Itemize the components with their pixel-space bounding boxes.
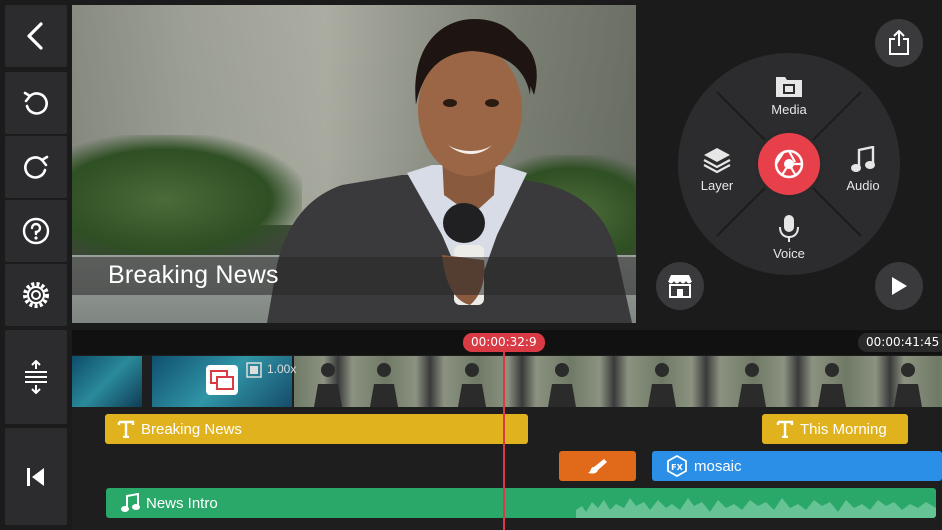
layer-button[interactable]: Layer: [687, 146, 747, 196]
voice-button[interactable]: Voice: [759, 214, 819, 264]
fx-icon: FX: [667, 455, 687, 477]
play-button[interactable]: [875, 262, 923, 310]
go-to-start-icon: [27, 467, 44, 486]
go-to-start-button[interactable]: [5, 428, 67, 525]
help-icon: [22, 217, 50, 245]
text-clip-breaking-news[interactable]: Breaking News: [105, 414, 528, 444]
asset-store-icon: [667, 275, 693, 298]
audio-clip-news-intro[interactable]: News Intro: [106, 488, 936, 518]
voice-label: Voice: [773, 246, 805, 261]
text-icon: [117, 420, 135, 438]
play-icon: [892, 277, 907, 295]
text-clip-label: Breaking News: [141, 420, 242, 438]
media-icon: [776, 77, 802, 97]
media-wheel: Media Audio Layer Voice: [677, 52, 901, 276]
video-preview[interactable]: Breaking News: [72, 5, 636, 323]
redo-icon: [24, 155, 49, 179]
text-icon: [776, 420, 794, 438]
audio-button[interactable]: Audio: [833, 146, 893, 196]
left-toolbar: [0, 0, 70, 530]
undo-button[interactable]: [5, 72, 67, 134]
audio-label: Audio: [846, 178, 880, 193]
effect-clip-label: mosaic: [694, 457, 742, 475]
text-clip-label: This Morning: [800, 420, 887, 438]
voice-icon: [779, 215, 799, 242]
back-icon: [27, 22, 43, 50]
track-height-icon: [25, 360, 47, 394]
svg-text:FX: FX: [671, 463, 683, 472]
film-icon: [246, 362, 262, 378]
back-button[interactable]: [5, 5, 67, 67]
audio-clip-label: News Intro: [146, 494, 218, 512]
reporter-thumbnails: [314, 363, 922, 407]
audio-waveform: [576, 498, 936, 518]
audio-icon: [851, 146, 875, 172]
video-track[interactable]: 1.00x: [72, 356, 942, 407]
redo-button[interactable]: [5, 136, 67, 198]
music-note-icon: [121, 493, 140, 512]
record-button[interactable]: [755, 130, 823, 198]
transition-icon: [210, 370, 234, 390]
track-height-button[interactable]: [5, 330, 67, 424]
help-button[interactable]: [5, 200, 67, 262]
settings-button[interactable]: [5, 264, 67, 326]
caption-overlay: Breaking News: [72, 257, 636, 295]
timeline[interactable]: 00:00:32:9 00:00:41:45 1.00x Breaking Ne…: [72, 330, 942, 530]
media-button[interactable]: Media: [759, 72, 819, 122]
record-icon: [774, 149, 804, 179]
text-clip-this-morning[interactable]: This Morning: [762, 414, 908, 444]
total-duration-badge: 00:00:41:45: [858, 333, 942, 352]
transition-button[interactable]: [206, 365, 238, 395]
playhead[interactable]: [503, 348, 505, 530]
settings-icon: [23, 282, 49, 308]
undo-icon: [23, 91, 48, 115]
clip-speed-label: 1.00x: [267, 362, 297, 376]
layer-icon: [703, 148, 731, 174]
effect-clip-mosaic[interactable]: FX mosaic: [652, 451, 942, 481]
media-label: Media: [771, 102, 807, 117]
asset-store-button[interactable]: [656, 262, 704, 310]
brush-icon: [587, 459, 607, 474]
caption-text: Breaking News: [108, 261, 279, 289]
handwriting-clip[interactable]: [559, 451, 636, 481]
layer-label: Layer: [700, 178, 734, 193]
